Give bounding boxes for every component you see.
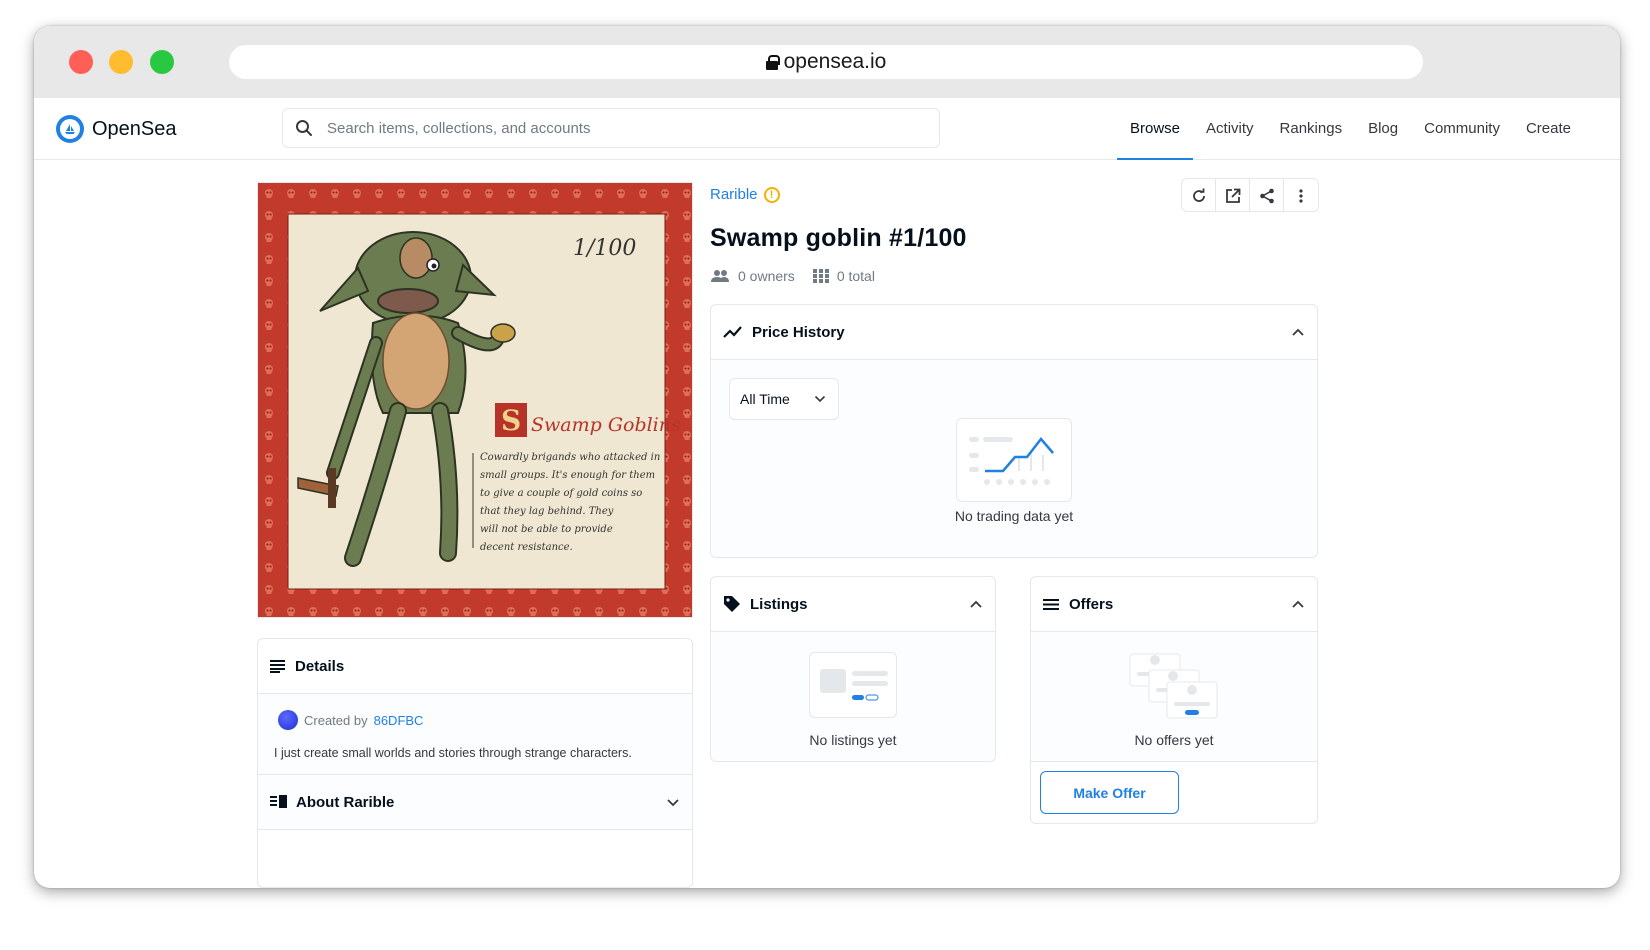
trending-icon	[723, 326, 742, 338]
external-link-button[interactable]	[1216, 179, 1250, 211]
lock-icon	[765, 55, 780, 70]
nav-create[interactable]: Create	[1513, 98, 1584, 160]
offers-header[interactable]: Offers	[1031, 577, 1317, 632]
total-count: 0 total	[836, 268, 875, 284]
people-icon	[711, 270, 729, 282]
item-stats: 0 owners 0 total	[710, 268, 875, 284]
item-page: 1/100 S Swamp Goblins Cowardly brigands …	[34, 160, 1620, 888]
maximize-window-button[interactable]	[150, 50, 174, 74]
owners-stat[interactable]: 0 owners	[710, 268, 795, 284]
chevron-down-icon	[667, 798, 679, 806]
owners-count: 0 owners	[738, 268, 795, 284]
refresh-icon	[1192, 188, 1205, 202]
chevron-down-icon	[814, 395, 826, 403]
edition-text: 1/100	[573, 236, 636, 261]
close-window-button[interactable]	[69, 50, 93, 74]
listings-title: Listings	[750, 595, 808, 613]
price-history-header[interactable]: Price History	[711, 305, 1317, 360]
listings-panel: Listings No listings yet	[710, 576, 996, 762]
address-bar[interactable]: opensea.io	[229, 45, 1423, 79]
price-history-title: Price History	[752, 323, 845, 341]
search-input[interactable]: Search items, collections, and accounts	[282, 108, 940, 148]
listings-empty-icon	[809, 652, 897, 718]
details-header[interactable]: Details	[258, 639, 692, 694]
avatar[interactable]	[278, 710, 298, 730]
grid-icon	[812, 269, 829, 283]
make-offer-button[interactable]: Make Offer	[1040, 771, 1179, 814]
nav-rankings[interactable]: Rankings	[1267, 98, 1356, 160]
time-range-value: All Time	[740, 391, 790, 407]
search-icon	[296, 120, 312, 136]
price-history-panel: Price History All Time No trading data y…	[710, 304, 1318, 558]
minimize-window-button[interactable]	[109, 50, 133, 74]
listings-body: No listings yet	[711, 632, 995, 761]
time-range-select[interactable]: All Time	[729, 378, 839, 420]
external-link-icon	[1225, 188, 1240, 203]
chart-empty-icon	[956, 418, 1072, 502]
lines-icon	[270, 660, 285, 673]
chevron-up-icon	[1292, 600, 1304, 608]
nav-browse[interactable]: Browse	[1116, 98, 1194, 160]
item-actions	[1181, 178, 1319, 212]
share-icon	[1259, 188, 1274, 204]
opensea-logo-icon	[56, 115, 84, 143]
url-text: opensea.io	[783, 50, 887, 73]
offers-panel: Offers No offers yet Make Offer	[1030, 576, 1318, 824]
nav-activity[interactable]: Activity	[1193, 98, 1267, 160]
listings-header[interactable]: Listings	[711, 577, 995, 632]
more-options-button[interactable]	[1284, 179, 1318, 211]
offers-empty: No offers yet	[1134, 732, 1214, 748]
chevron-up-icon	[970, 600, 982, 608]
logo-text: OpenSea	[92, 117, 177, 140]
main-nav: Browse Activity Rankings Blog Community …	[1116, 98, 1584, 160]
creator-bio: I just create small worlds and stories t…	[258, 730, 692, 775]
svg-text:S: S	[501, 404, 521, 437]
refresh-button[interactable]	[1182, 179, 1216, 211]
browser-chrome: opensea.io	[34, 26, 1620, 98]
tag-icon	[724, 596, 740, 612]
chevron-up-icon	[1292, 328, 1304, 336]
creator-link[interactable]: 86DFBC	[374, 713, 424, 728]
share-button[interactable]	[1250, 179, 1284, 211]
browser-window: opensea.io OpenSea Search items, collect…	[34, 26, 1620, 888]
offers-empty-icon	[1129, 653, 1218, 719]
offers-title: Offers	[1069, 595, 1114, 613]
nav-blog[interactable]: Blog	[1355, 98, 1411, 160]
warning-icon: !	[763, 186, 780, 203]
details-title: Details	[295, 657, 345, 675]
collection-icon	[270, 795, 287, 808]
creator-row: Created by 86DFBC	[258, 694, 692, 730]
nav-community[interactable]: Community	[1411, 98, 1513, 160]
details-body: Created by 86DFBC I just create small wo…	[258, 694, 692, 830]
more-vertical-icon	[1299, 189, 1303, 203]
opensea-logo[interactable]: OpenSea	[56, 115, 177, 143]
total-stat: 0 total	[812, 268, 875, 284]
price-history-body: All Time No trading data yet	[711, 360, 1317, 557]
details-panel: Details Created by 86DFBC I just create …	[257, 638, 693, 888]
nft-artwork[interactable]: 1/100 S Swamp Goblins Cowardly brigands …	[257, 182, 693, 618]
list-icon	[1043, 598, 1059, 610]
price-history-empty: No trading data yet	[954, 508, 1074, 524]
offers-body: No offers yet	[1031, 632, 1317, 762]
collection-name: Rarible	[710, 186, 758, 203]
about-collection-toggle[interactable]: About Rarible	[258, 775, 692, 830]
art-heading: Swamp Goblins	[531, 414, 681, 436]
about-title: About Rarible	[296, 793, 395, 811]
collection-link[interactable]: Rarible !	[710, 186, 780, 203]
item-title: Swamp goblin #1/100	[710, 224, 967, 252]
created-by-label: Created by	[304, 712, 368, 728]
listings-empty: No listings yet	[809, 732, 897, 748]
site-header: OpenSea Search items, collections, and a…	[34, 98, 1620, 160]
search-placeholder: Search items, collections, and accounts	[327, 119, 591, 137]
